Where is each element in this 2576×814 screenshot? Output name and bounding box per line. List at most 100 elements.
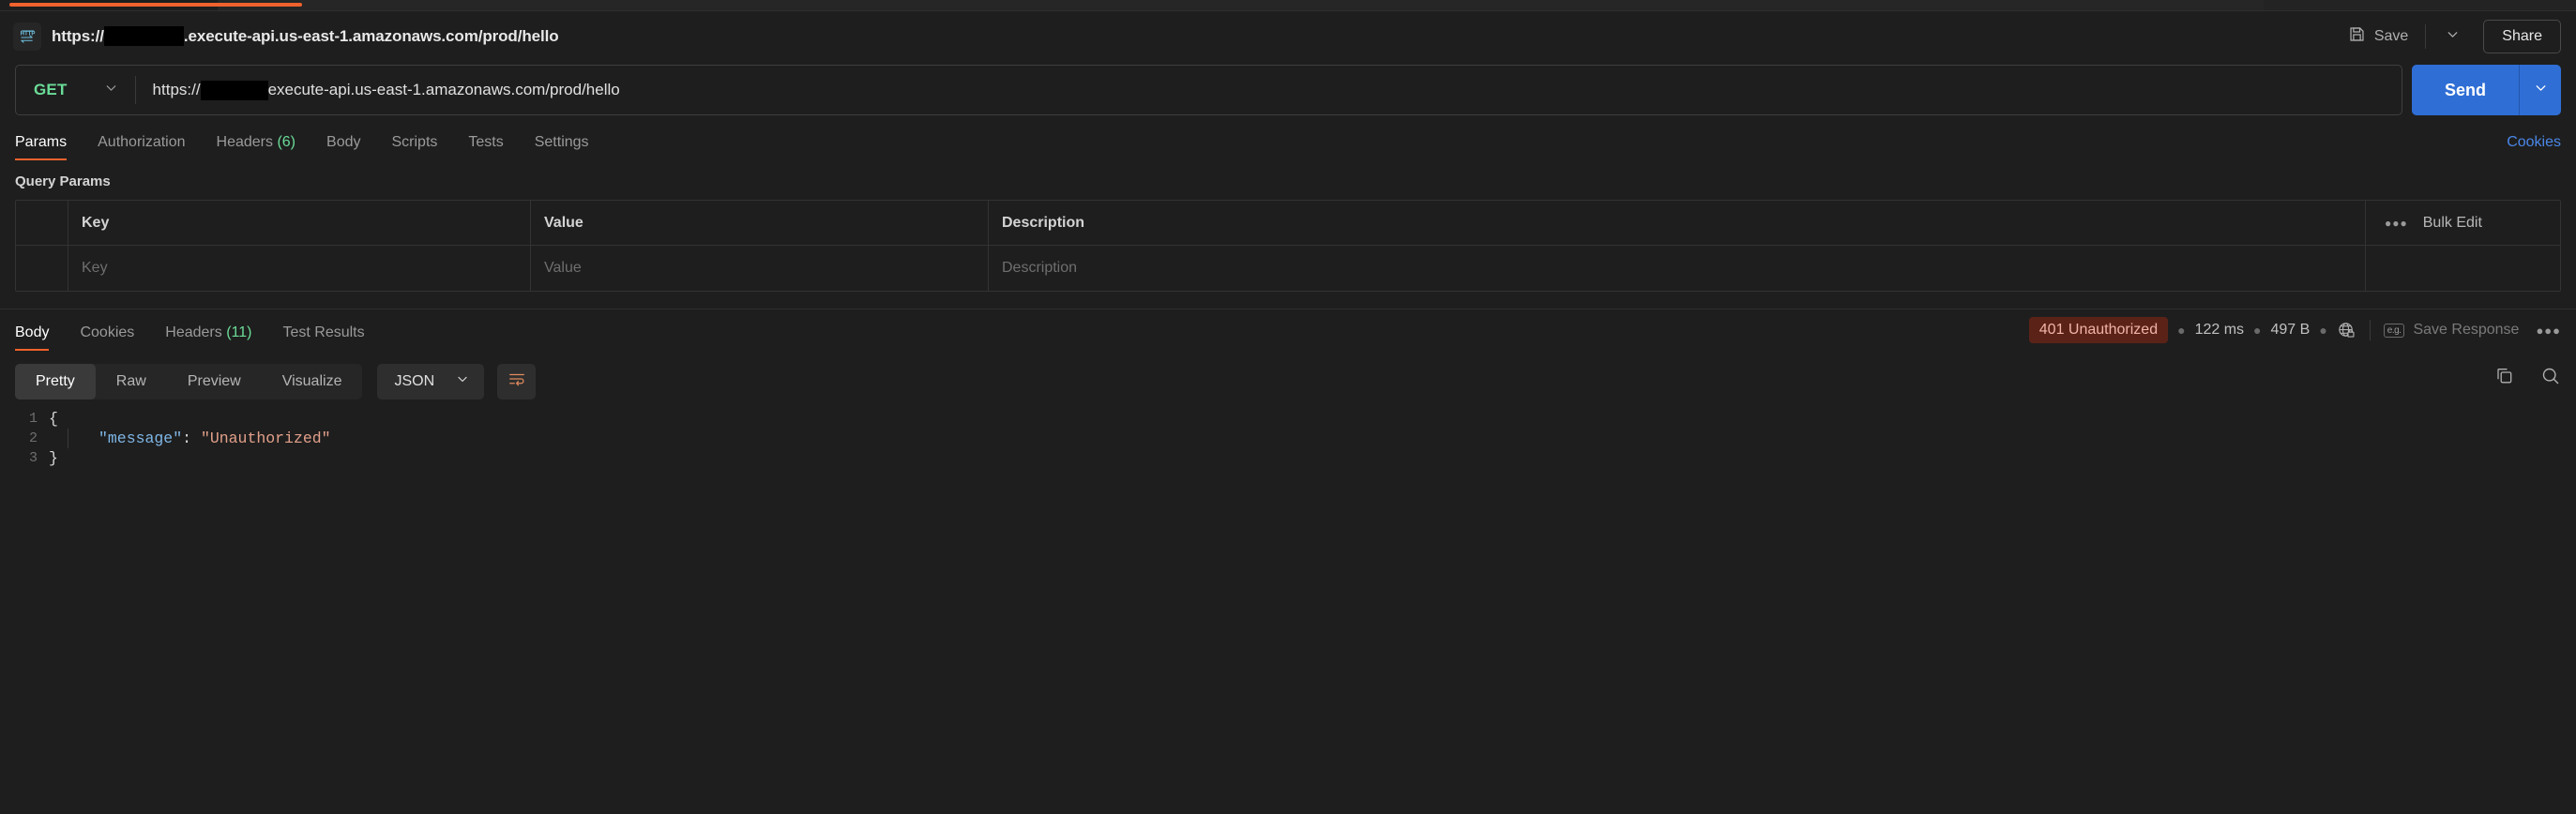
tab-body-label: Body <box>326 134 361 150</box>
save-response-label: Save Response <box>2413 322 2520 338</box>
response-tab-headers[interactable]: Headers (11) <box>165 324 251 351</box>
response-tab-cookies[interactable]: Cookies <box>80 324 134 351</box>
chevron-down-icon <box>103 80 119 100</box>
status-divider <box>2369 320 2371 340</box>
code-token: { <box>49 410 58 428</box>
code-text: "message": "Unauthorized" <box>68 429 331 448</box>
word-wrap-icon <box>508 369 526 393</box>
column-header-key: Key <box>68 201 531 245</box>
tab-strip <box>0 0 2576 11</box>
tab-headers-label: Headers <box>216 134 273 150</box>
response-tab-headers-count: (11) <box>226 324 252 340</box>
tab-strip-empty-area <box>219 0 2264 10</box>
request-url-bar: GET https:// execute-api.us-east-1.amazon… <box>0 61 2576 119</box>
tab-tests-label: Tests <box>468 134 504 150</box>
column-header-value: Value <box>531 201 989 245</box>
response-body-code[interactable]: 1 { 2 "message": "Unauthorized" 3 } <box>0 403 2576 468</box>
table-row: Key Value Description <box>16 246 2560 291</box>
column-header-description: Description <box>989 201 2366 245</box>
tab-body[interactable]: Body <box>326 134 360 160</box>
url-input[interactable]: https:// execute-api.us-east-1.amazonaws.… <box>136 80 2402 100</box>
body-format-tabs: Pretty Raw Preview Visualize <box>15 363 363 399</box>
tab-authorization-label: Authorization <box>98 134 186 150</box>
save-button[interactable]: Save <box>2341 20 2416 53</box>
tab-headers[interactable]: Headers (6) <box>217 134 296 160</box>
floppy-disk-icon <box>2348 25 2366 48</box>
ellipsis-icon[interactable]: ●●● <box>2385 217 2408 230</box>
language-selector[interactable]: JSON <box>377 363 485 399</box>
tab-params[interactable]: Params <box>15 134 68 160</box>
url-input-group: GET https:// execute-api.us-east-1.amazon… <box>15 65 2402 115</box>
code-token: } <box>49 449 58 467</box>
code-line: 1 { <box>0 409 2576 429</box>
response-tab-body[interactable]: Body <box>15 324 50 351</box>
example-eg-icon: e.g. <box>2383 323 2405 338</box>
format-tab-visualize[interactable]: Visualize <box>262 364 363 399</box>
cookies-link[interactable]: Cookies <box>2507 134 2561 151</box>
status-separator-dot: ● <box>2177 323 2186 338</box>
globe-lock-icon[interactable] <box>2337 321 2356 340</box>
query-params-table: Key Value Description ●●● Bulk Edit Key … <box>15 200 2561 292</box>
tab-scripts[interactable]: Scripts <box>391 134 437 160</box>
response-tab-body-label: Body <box>15 324 50 340</box>
status-badge: 401 Unauthorized <box>2028 317 2169 343</box>
request-title: https:// .execute-api.us-east-1.amazonaws… <box>52 26 559 46</box>
copy-icon[interactable] <box>2494 366 2515 386</box>
select-all-checkbox-cell[interactable] <box>16 201 68 245</box>
save-button-label: Save <box>2373 27 2409 44</box>
share-button-label: Share <box>2502 27 2542 44</box>
response-more-options-icon[interactable]: ●●● <box>2536 324 2561 338</box>
format-tab-pretty[interactable]: Pretty <box>15 363 96 399</box>
code-token-key: "message" <box>98 430 183 447</box>
response-tabs: Body Cookies Headers (11) Test Results 4… <box>0 309 2576 351</box>
response-tab-test-results-label: Test Results <box>282 324 365 340</box>
response-status-bar: 401 Unauthorized ● 122 ms ● 497 B ● e.g.… <box>2028 317 2561 343</box>
code-line: 3 } <box>0 448 2576 468</box>
format-tab-raw[interactable]: Raw <box>96 364 167 399</box>
request-tabs: Params Authorization Headers (6) Body Sc… <box>0 119 2576 160</box>
chevron-down-icon <box>2533 80 2549 100</box>
tab-scripts-label: Scripts <box>391 134 438 150</box>
code-token-punc: : <box>182 430 201 447</box>
param-value-input[interactable]: Value <box>531 246 989 291</box>
tab-settings-label: Settings <box>534 134 589 150</box>
line-number: 1 <box>28 411 38 427</box>
code-line: 2 "message": "Unauthorized" <box>0 429 2576 448</box>
send-button[interactable]: Send <box>2411 65 2519 115</box>
response-tab-cookies-label: Cookies <box>80 324 135 340</box>
param-description-input[interactable]: Description <box>989 246 2366 291</box>
chevron-down-icon <box>455 371 470 391</box>
save-response-button[interactable]: e.g. Save Response <box>2383 322 2520 339</box>
http-method-selector[interactable]: GET <box>16 80 135 100</box>
redacted-api-id-title <box>103 26 184 46</box>
url-prefix: https:// <box>152 81 201 98</box>
http-method-label: GET <box>34 81 68 98</box>
table-header-row: Key Value Description ●●● Bulk Edit <box>16 201 2560 246</box>
tab-params-label: Params <box>15 134 68 150</box>
row-checkbox-cell[interactable] <box>16 246 68 291</box>
search-icon[interactable] <box>2540 366 2561 386</box>
response-tab-headers-label: Headers <box>165 324 222 340</box>
tab-authorization[interactable]: Authorization <box>98 134 185 160</box>
send-options-button[interactable] <box>2519 65 2561 115</box>
tab-tests[interactable]: Tests <box>468 134 503 160</box>
response-tab-test-results[interactable]: Test Results <box>282 324 364 351</box>
active-tab-indicator <box>9 3 302 7</box>
query-params-title: Query Params <box>15 173 111 189</box>
tab-headers-count: (6) <box>277 134 296 150</box>
code-token-string: "Unauthorized" <box>200 430 331 447</box>
http-protocol-icon: HTTP <box>13 22 41 51</box>
code-text: { <box>49 409 58 429</box>
word-wrap-button[interactable] <box>497 363 537 399</box>
bulk-edit-group: ●●● Bulk Edit <box>2366 201 2560 245</box>
param-key-input[interactable]: Key <box>68 246 531 291</box>
line-number: 2 <box>28 430 38 446</box>
share-button[interactable]: Share <box>2483 19 2561 53</box>
tab-settings[interactable]: Settings <box>535 134 589 160</box>
request-title-prefix: https:// <box>52 26 104 45</box>
save-options-button[interactable] <box>2435 21 2470 53</box>
bulk-edit-button[interactable]: Bulk Edit <box>2423 215 2482 232</box>
response-body-toolbar: Pretty Raw Preview Visualize JSON <box>0 351 2576 403</box>
status-separator-dot: ● <box>2319 323 2327 338</box>
format-tab-preview[interactable]: Preview <box>167 364 262 399</box>
